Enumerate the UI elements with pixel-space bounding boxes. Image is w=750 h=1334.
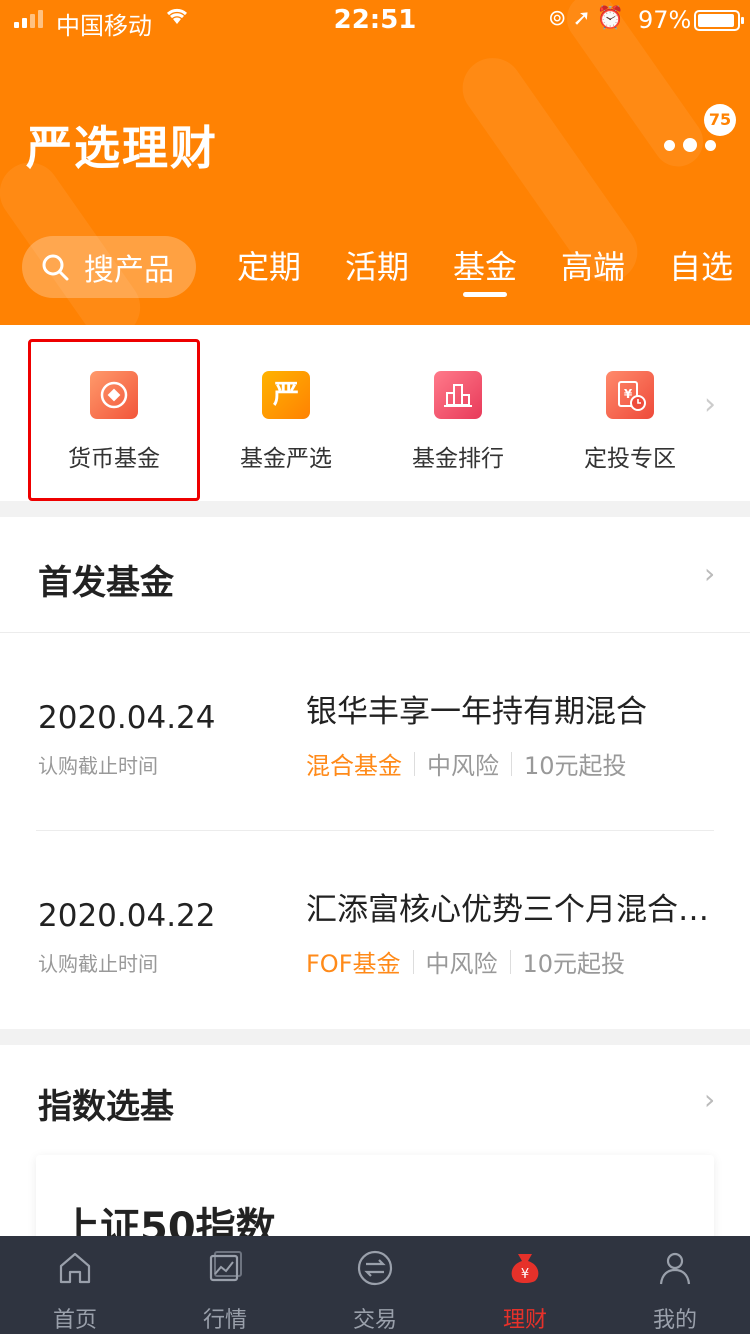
new-funds-section: 首发基金 › 2020.04.24 认购截止时间 银华丰享一年持有期混合 混合基…	[0, 517, 750, 1029]
fund-date-label: 认购截止时间	[38, 952, 158, 976]
fund-date: 2020.04.22	[38, 898, 216, 934]
fund-type: FOF基金	[306, 950, 401, 978]
bottom-tab-bar: 首页 行情 交易 ¥ 理财 我的	[0, 1236, 750, 1334]
tag-separator	[414, 751, 415, 776]
fund-tags: 混合基金 中风险 10元起投	[306, 746, 627, 781]
alarm-icon: ⏰	[596, 6, 631, 31]
fund-min-invest: 10元起投	[524, 752, 627, 780]
tabbar-label: 行情	[202, 1308, 247, 1333]
fund-item[interactable]: 2020.04.24 认购截止时间 银华丰享一年持有期混合 混合基金 中风险 1…	[0, 634, 750, 830]
fund-shortcuts: 货币基金 严 基金严选 基金排行 ¥ 定投专区 ›	[0, 325, 750, 501]
fund-date-label: 认购截止时间	[38, 754, 158, 778]
tag-separator	[509, 949, 511, 974]
fund-risk: 中风险	[427, 752, 499, 780]
ranking-icon	[434, 371, 482, 419]
tabbar-home[interactable]: 首页	[0, 1236, 150, 1334]
shortcut-label: 基金排行	[412, 446, 504, 472]
tabbar-label: 首页	[52, 1308, 97, 1333]
auto-invest-icon: ¥	[606, 371, 654, 419]
fund-tags: FOF基金 中风险 10元起投	[306, 944, 625, 979]
divider	[0, 632, 750, 633]
page-title: 严选理财	[26, 121, 218, 175]
fund-type: 混合基金	[306, 752, 402, 780]
tabbar-wealth[interactable]: ¥ 理财	[450, 1236, 600, 1334]
wealth-icon: ¥	[511, 1254, 539, 1283]
tab-fund[interactable]: 基金	[453, 242, 517, 297]
location-icon: ➚	[572, 6, 597, 31]
battery-icon	[694, 10, 744, 31]
category-tabs: 定期 活期 基金 高端 自选	[0, 242, 750, 312]
tab-premium[interactable]: 高端	[561, 242, 625, 288]
tabbar-label: 理财	[502, 1308, 547, 1333]
home-icon	[59, 1252, 91, 1284]
fund-name: 银华丰享一年持有期混合	[306, 694, 647, 730]
shortcut-label: 定投专区	[584, 446, 676, 472]
tabbar-label: 交易	[352, 1308, 397, 1333]
notification-badge: 75	[704, 104, 736, 136]
header: 中国移动 22:51 ⊚➚⏰ 97% 严选理财 75 搜产品 定期 活期 基金 …	[0, 0, 750, 325]
tab-current[interactable]: 活期	[345, 242, 409, 288]
chevron-right-icon[interactable]: ›	[704, 1083, 715, 1116]
status-icons: ⊚➚⏰	[548, 6, 630, 31]
status-bar: 中国移动 22:51 ⊚➚⏰ 97%	[0, 0, 750, 40]
tab-watchlist[interactable]: 自选	[669, 242, 733, 288]
fund-risk: 中风险	[425, 950, 498, 978]
fund-date: 2020.04.24	[38, 700, 216, 736]
section-title: 指数选基	[38, 1087, 174, 1127]
shortcut-auto-invest[interactable]: ¥ 定投专区	[560, 371, 700, 473]
tabbar-label: 我的	[652, 1308, 697, 1333]
tag-separator	[412, 949, 414, 974]
more-menu-button[interactable]	[664, 138, 716, 152]
tab-fixed[interactable]: 定期	[237, 242, 301, 288]
shortcut-label: 基金严选	[240, 446, 332, 472]
shortcut-fund-ranking[interactable]: 基金排行	[388, 371, 528, 473]
battery-percent: 97%	[638, 6, 692, 34]
profile-icon	[659, 1252, 691, 1285]
tabbar-trade[interactable]: 交易	[300, 1236, 450, 1334]
chevron-right-icon[interactable]: ›	[704, 557, 715, 590]
highlight-box	[28, 339, 200, 501]
tabbar-profile[interactable]: 我的	[600, 1236, 750, 1334]
fund-min-invest: 10元起投	[522, 950, 626, 978]
rotation-lock-icon: ⊚	[548, 6, 573, 31]
fund-name: 汇添富核心优势三个月混合(FOF)	[306, 892, 716, 928]
shortcut-fund-selection[interactable]: 严 基金严选	[216, 371, 356, 473]
section-title: 首发基金	[38, 563, 174, 603]
fund-item[interactable]: 2020.04.22 认购截止时间 汇添富核心优势三个月混合(FOF) FOF基…	[0, 832, 750, 1028]
tag-separator	[511, 751, 512, 776]
chevron-right-icon[interactable]: ›	[704, 387, 716, 422]
divider	[36, 830, 714, 831]
svg-text:¥: ¥	[521, 1267, 529, 1282]
tabbar-market[interactable]: 行情	[150, 1236, 300, 1334]
yan-icon: 严	[262, 371, 310, 419]
trade-icon	[357, 1250, 393, 1286]
market-icon	[209, 1251, 242, 1282]
